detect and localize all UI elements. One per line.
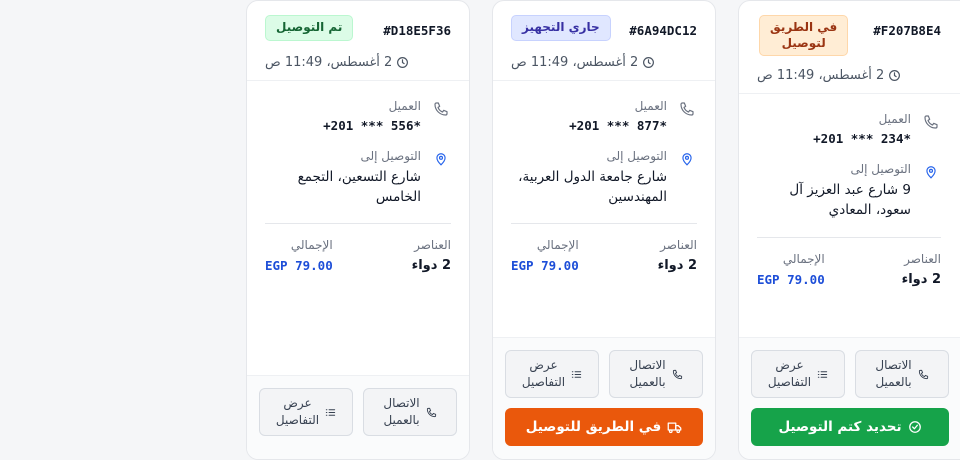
delivery-address: شارع التسعين، التجمع الخامس — [297, 168, 421, 205]
items-count: 2 دواء — [657, 258, 697, 274]
mark-delivered-button[interactable]: تحديد كتم التوصيل — [751, 408, 949, 446]
list-icon — [325, 407, 336, 418]
order-card-6a94dc12: جاري التجهيز #6A94DC12 2 أغسطس، 11:49 ص … — [492, 0, 716, 460]
status-badge: جاري التجهيز — [511, 15, 611, 41]
items-count: 2 دواء — [901, 271, 941, 287]
phone-icon — [918, 369, 929, 380]
order-time: 2 أغسطس، 11:49 ص — [757, 68, 941, 83]
call-customer-button[interactable]: الاتصال بالعميل — [855, 350, 949, 398]
customer-phone: +201 *** 556* — [323, 117, 421, 133]
total-amount: EGP 79.00 — [511, 258, 579, 274]
out-for-delivery-button[interactable]: في الطريق للتوصيل — [505, 408, 703, 446]
customer-info: العميل +201 *** 556* — [265, 99, 451, 133]
deliver-to-label: التوصيل إلى — [360, 148, 421, 163]
customer-label: العميل — [388, 98, 421, 113]
delivery-info: التوصيل إلى شارع التسعين، التجمع الخامس — [265, 149, 451, 208]
items-count: 2 دواء — [411, 258, 451, 274]
order-id: #D18E5F36 — [383, 23, 451, 38]
call-customer-button[interactable]: الاتصال بالعميل — [363, 388, 457, 436]
phone-icon — [431, 99, 451, 133]
order-card-header: تم التوصيل #D18E5F36 2 أغسطس، 11:49 ص — [247, 1, 469, 80]
delivery-info: التوصيل إلى شارع جامعة الدول العربية، ال… — [511, 149, 697, 208]
deliver-to-label: التوصيل إلى — [850, 162, 911, 177]
customer-phone: +201 *** 877* — [569, 117, 667, 133]
status-badge: تم التوصيل — [265, 15, 354, 41]
order-time: 2 أغسطس، 11:49 ص — [511, 55, 697, 70]
phone-icon — [921, 112, 941, 146]
order-card-f207b8e4: في الطريق لتوصيل #F207B8E4 2 أغسطس، 11:49… — [738, 0, 960, 460]
phone-icon — [672, 369, 683, 380]
truck-icon — [667, 421, 682, 434]
list-icon — [817, 369, 828, 380]
order-card-d18e5f36: تم التوصيل #D18E5F36 2 أغسطس، 11:49 ص ال… — [246, 0, 470, 460]
order-card-body: العميل +201 *** 556* التوصيل إلى شارع ال… — [247, 79, 469, 273]
total-amount: EGP 79.00 — [265, 258, 333, 274]
customer-info: العميل +201 *** 877* — [511, 99, 697, 133]
order-summary: العناصر 2 دواء الإجمالي EGP 79.00 — [265, 224, 451, 273]
status-badge: في الطريق لتوصيل — [759, 15, 849, 57]
order-id: #6A94DC12 — [629, 23, 697, 38]
clock-icon — [888, 69, 901, 82]
order-summary: العناصر 2 دواء الإجمالي EGP 79.00 — [511, 224, 697, 273]
items-label: العناصر — [904, 251, 941, 266]
location-pin-icon — [431, 149, 451, 208]
location-pin-icon — [677, 149, 697, 208]
customer-label: العميل — [634, 98, 667, 113]
view-details-button[interactable]: عرض التفاصيل — [505, 350, 599, 398]
total-label: الإجمالي — [536, 238, 579, 253]
total-label: الإجمالي — [782, 251, 825, 266]
delivery-address: 9 شارع عبد العزيز آل سعود، المعادي — [789, 182, 911, 219]
order-summary: العناصر 2 دواء الإجمالي EGP 79.00 — [757, 238, 941, 287]
customer-label: العميل — [878, 112, 911, 127]
items-label: العناصر — [660, 238, 697, 253]
total-amount: EGP 79.00 — [757, 271, 825, 287]
order-card-actions: عرض التفاصيل الاتصال بالعميل تحديد كتم الت… — [739, 337, 960, 459]
delivery-info: التوصيل إلى 9 شارع عبد العزيز آل سعود، ا… — [757, 162, 941, 221]
order-card-actions: عرض التفاصيل الاتصال بالعميل في الطريق للت… — [493, 337, 715, 459]
customer-info: العميل +201 *** 234* — [757, 112, 941, 146]
clock-icon — [642, 56, 655, 69]
order-id: #F207B8E4 — [873, 23, 941, 38]
items-label: العناصر — [414, 238, 451, 253]
order-time: 2 أغسطس، 11:49 ص — [265, 55, 451, 70]
order-card-body: العميل +201 *** 877* التوصيل إلى شارع جا… — [493, 79, 715, 273]
order-card-header: جاري التجهيز #6A94DC12 2 أغسطس، 11:49 ص — [493, 1, 715, 80]
view-details-button[interactable]: عرض التفاصيل — [259, 388, 353, 436]
order-card-actions: عرض التفاصيل الاتصال بالعميل — [247, 375, 469, 459]
clock-icon — [396, 56, 409, 69]
deliver-to-label: التوصيل إلى — [606, 148, 667, 163]
total-label: الإجمالي — [290, 238, 333, 253]
view-details-button[interactable]: عرض التفاصيل — [751, 350, 845, 398]
order-card-body: العميل +201 *** 234* التوصيل إلى 9 شارع … — [739, 93, 960, 287]
delivery-address: شارع جامعة الدول العربية، المهندسين — [518, 168, 667, 205]
location-pin-icon — [921, 162, 941, 221]
phone-icon — [677, 99, 697, 133]
customer-phone: +201 *** 234* — [813, 131, 911, 147]
order-card-header: في الطريق لتوصيل #F207B8E4 2 أغسطس، 11:49… — [739, 1, 960, 93]
call-customer-button[interactable]: الاتصال بالعميل — [609, 350, 703, 398]
list-icon — [571, 369, 582, 380]
check-circle-icon — [908, 420, 922, 434]
orders-board: تم التوصيل #D18E5F36 2 أغسطس، 11:49 ص ال… — [0, 0, 960, 460]
phone-icon — [426, 407, 437, 418]
